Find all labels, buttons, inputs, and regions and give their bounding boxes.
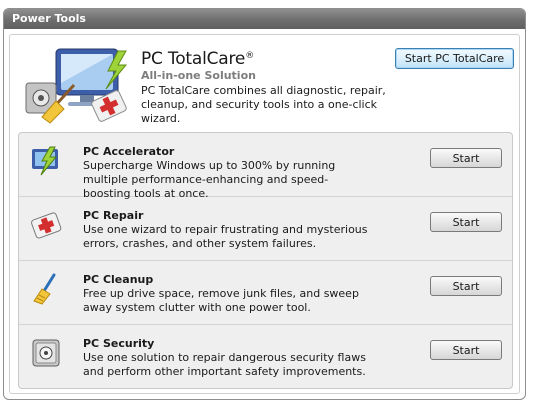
start-pc-repair-button[interactable]: Start xyxy=(430,212,502,232)
tool-row-accelerator: PC Accelerator Supercharge Windows up to… xyxy=(19,133,512,200)
tool-title: PC Security xyxy=(83,337,155,350)
product-description: PC TotalCare combines all diagnostic, re… xyxy=(141,84,386,125)
tool-title: PC Repair xyxy=(83,209,144,222)
pc-totalcare-monitor-icon xyxy=(25,48,128,124)
product-title: PC TotalCare® xyxy=(141,49,254,69)
lightning-monitor-icon xyxy=(32,146,58,176)
safe-icon xyxy=(32,339,60,367)
tool-title: PC Cleanup xyxy=(83,273,154,286)
broom-icon xyxy=(33,273,56,305)
tool-description: Use one wizard to repair frustrating and… xyxy=(83,223,368,250)
tool-title: PC Accelerator xyxy=(83,145,175,158)
start-pc-accelerator-button[interactable]: Start xyxy=(430,148,502,168)
start-pc-cleanup-button[interactable]: Start xyxy=(430,276,502,296)
tool-row-security: PC Security Use one solution to repair d… xyxy=(19,325,512,388)
tool-description: Use one solution to repair dangerous sec… xyxy=(83,351,366,378)
trademark-symbol: ® xyxy=(245,51,255,61)
product-subtitle: All-in-one Solution xyxy=(141,69,256,82)
panel-body: PC TotalCare® All-in-one Solution PC Tot… xyxy=(9,34,520,394)
start-pc-security-button[interactable]: Start xyxy=(430,340,502,360)
start-pc-totalcare-button[interactable]: Start PC TotalCare xyxy=(395,48,514,69)
tool-description: Supercharge Windows up to 300% by runnin… xyxy=(83,159,336,200)
panel-title: Power Tools xyxy=(4,9,525,29)
tool-row-repair: PC Repair Use one wizard to repair frust… xyxy=(19,197,512,261)
product-name: PC TotalCare xyxy=(141,49,246,69)
tools-list: PC Accelerator Supercharge Windows up to… xyxy=(18,132,513,389)
first-aid-kit-icon xyxy=(31,212,62,239)
power-tools-panel: Power Tools PC TotalCare® All-in-one Sol… xyxy=(3,8,526,400)
tool-description: Free up drive space, remove junk files, … xyxy=(83,287,359,314)
tool-row-cleanup: PC Cleanup Free up drive space, remove j… xyxy=(19,261,512,325)
